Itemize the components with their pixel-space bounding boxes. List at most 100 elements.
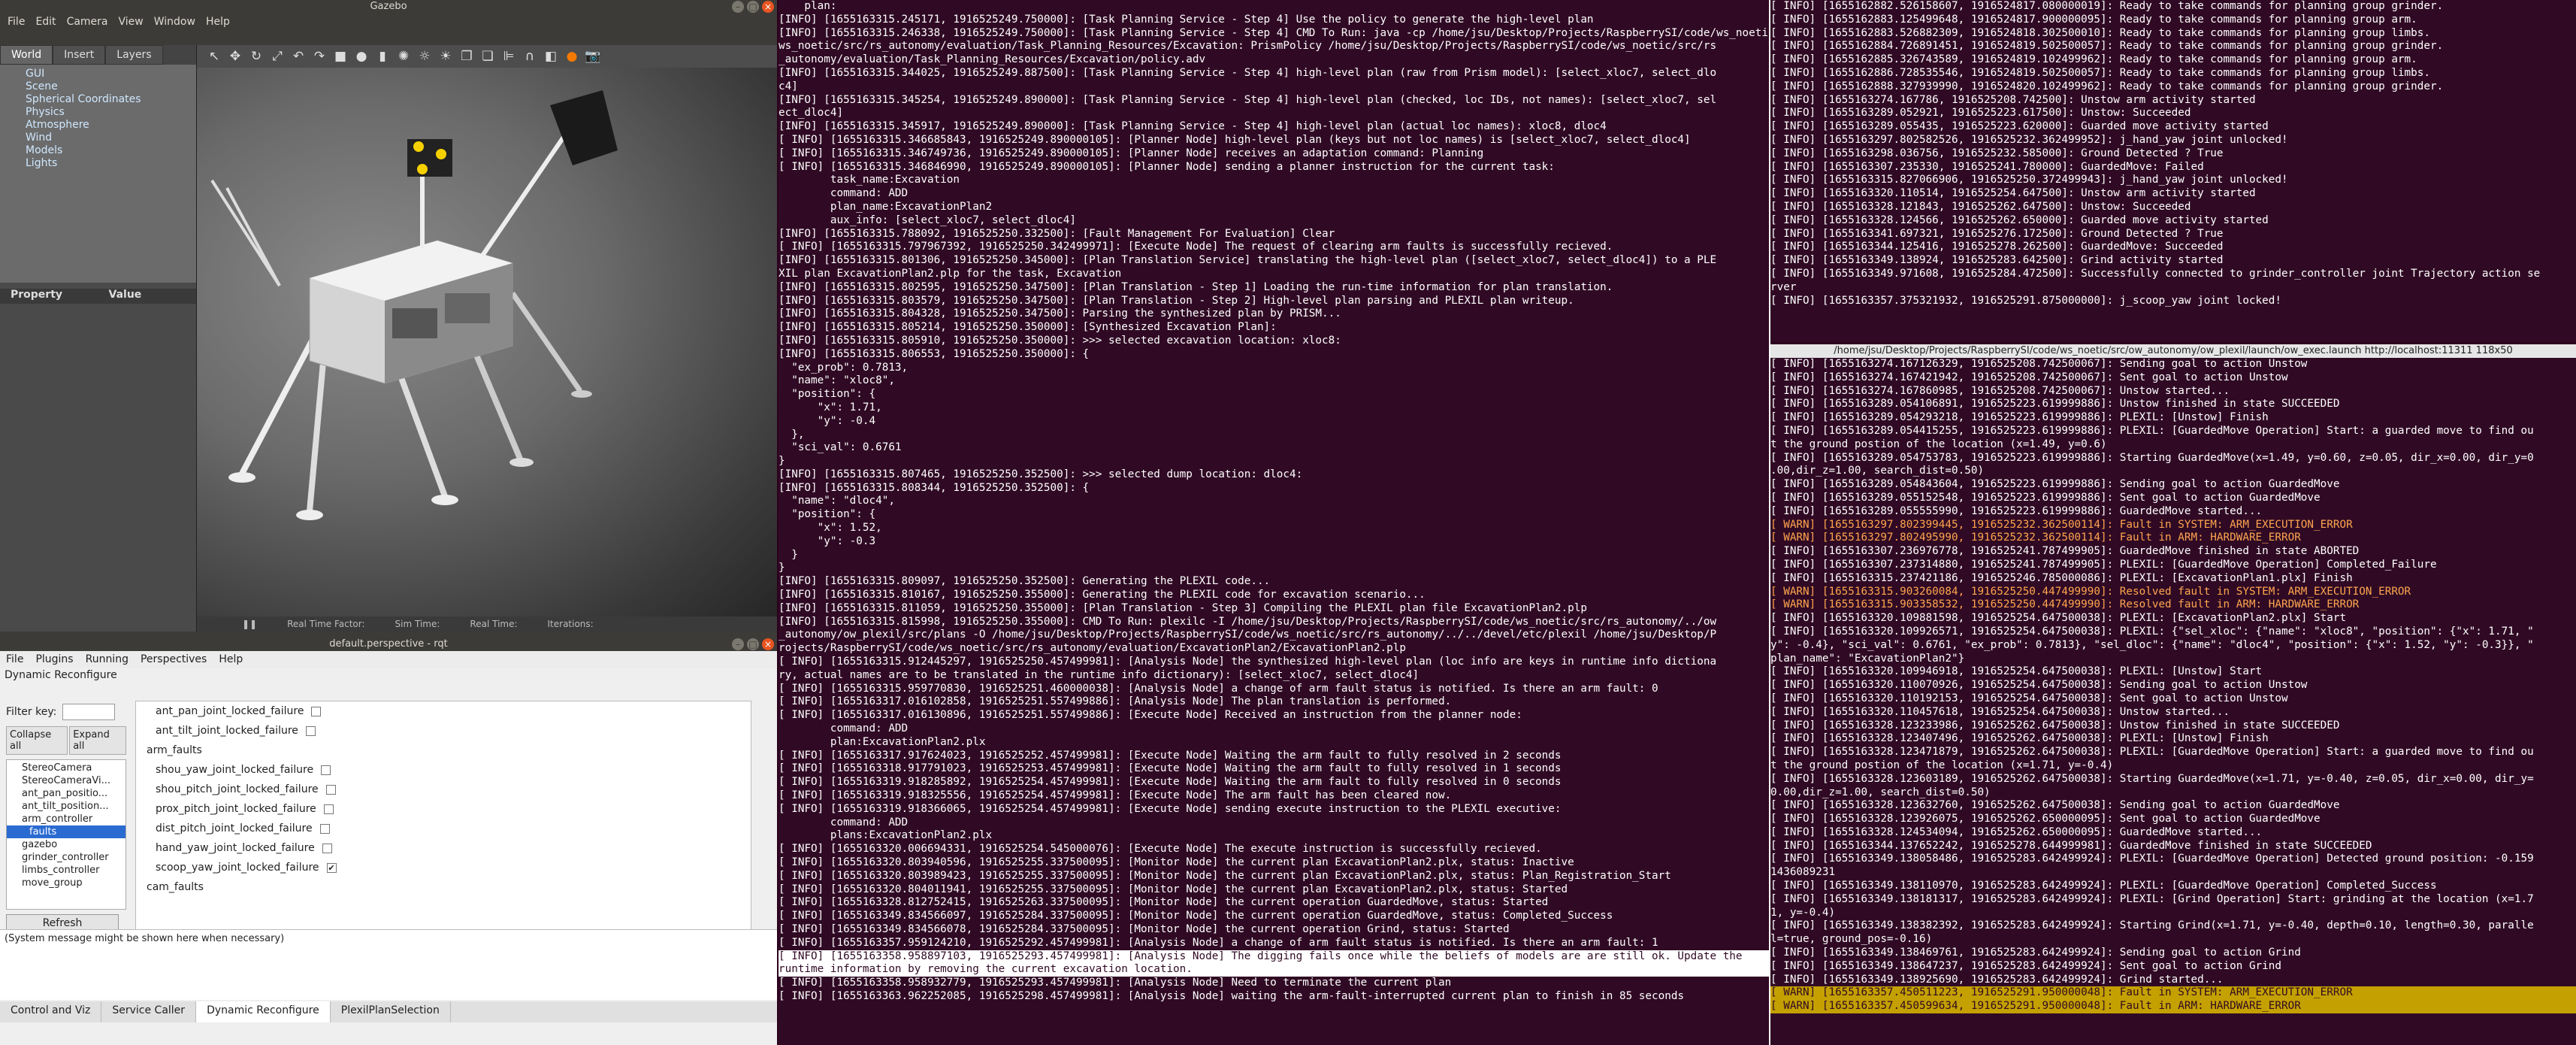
rqt-menu-item[interactable]: Help: [219, 651, 243, 668]
node-tree-item[interactable]: gazebo: [7, 838, 125, 851]
scale-icon[interactable]: ⤢: [269, 48, 286, 65]
world-tree-item[interactable]: Physics: [26, 106, 196, 119]
param-checkbox[interactable]: [325, 784, 336, 795]
directional-light-icon[interactable]: ☀: [437, 48, 454, 65]
world-tree-item[interactable]: Spherical Coordinates: [26, 93, 196, 106]
maximize-icon[interactable]: □: [747, 1, 759, 13]
terminal-line: [ INFO] [1655163320.110457618, 191652525…: [1770, 705, 2230, 718]
box-icon[interactable]: ■: [332, 48, 349, 65]
terminal-line: [ INFO] [1655163319.918325556, 191652525…: [779, 789, 1452, 802]
gazebo-3d-viewport[interactable]: [197, 68, 777, 616]
terminal-line: command: ADD: [779, 722, 909, 735]
terminal-line: [ INFO] [1655163274.167421942, 191652520…: [1770, 371, 2288, 383]
rqt-menu-item[interactable]: Perspectives: [141, 651, 207, 668]
terminal-line: 0.00,dir_z=1.00, search_dist=0.50): [1770, 786, 1991, 798]
node-tree-item[interactable]: move_group: [7, 877, 125, 889]
terminal-line: l=true, ground_pos=-0.16): [1770, 933, 1933, 946]
maximize-icon[interactable]: □: [747, 638, 759, 650]
param-checkbox[interactable]: ✔: [326, 862, 337, 873]
world-tree-item[interactable]: Wind: [26, 132, 196, 144]
gazebo-tab[interactable]: Layers: [105, 45, 163, 65]
terminal-line: t the ground postion of the location (x=…: [1770, 438, 2107, 450]
close-icon[interactable]: ×: [762, 1, 774, 13]
terminal-top-right[interactable]: [ INFO] [1655162882.526158607, 191652481…: [1770, 0, 2576, 342]
terminal-line: plan_name:ExcavationPlan2: [779, 200, 993, 213]
rqt-menu-item[interactable]: File: [6, 651, 23, 668]
cylinder-icon[interactable]: ▮: [374, 48, 391, 65]
terminal-line: [ INFO] [1655162883.526882309, 191652481…: [1770, 26, 2430, 39]
param-label: hand_yaw_joint_locked_failure: [156, 842, 315, 854]
node-tree-item[interactable]: grinder_controller: [7, 851, 125, 864]
paste-icon[interactable]: ❏: [479, 48, 496, 65]
terminal-middle[interactable]: plan: [INFO] [1655163315.245171, 19165252…: [779, 0, 1769, 1045]
minimize-icon[interactable]: –: [732, 1, 744, 13]
param-checkbox[interactable]: [305, 725, 316, 736]
rqt-bottom-tab[interactable]: Control and Viz: [0, 1001, 102, 1022]
gazebo-menu-item[interactable]: Help: [206, 14, 230, 30]
pause-icon[interactable]: ❚❚: [242, 616, 257, 632]
node-tree-item[interactable]: StereoCameraVi...: [7, 774, 125, 787]
world-tree-item[interactable]: Atmosphere: [26, 119, 196, 132]
minimize-icon[interactable]: –: [732, 638, 744, 650]
undo-icon[interactable]: ↶: [290, 48, 307, 65]
world-tree-item[interactable]: Lights: [26, 157, 196, 170]
terminal-line: [INFO] [1655163315.806553, 1916525250.35…: [779, 347, 1090, 360]
terminal-line: [ WARN] [1655163297.802399445, 191652523…: [1770, 518, 2353, 531]
change-view-icon[interactable]: ◧: [543, 48, 559, 65]
select-arrow-icon[interactable]: ↖: [206, 48, 222, 65]
param-checkbox[interactable]: [311, 706, 322, 716]
gazebo-menu-item[interactable]: Edit: [35, 14, 56, 30]
snap-icon[interactable]: ∩: [522, 48, 538, 65]
gazebo-menu-item[interactable]: Camera: [67, 14, 108, 30]
rqt-bottom-tab[interactable]: PlexilPlanSelection: [331, 1001, 451, 1022]
terminal-line: [ INFO] [1655163349.138110970, 191652528…: [1770, 880, 2437, 892]
tree-buttons: Collapse all Expand all: [6, 726, 126, 755]
sphere-icon[interactable]: ●: [353, 48, 370, 65]
collapse-all-button[interactable]: Collapse all: [6, 726, 68, 755]
rqt-bottom-tab[interactable]: Service Caller: [101, 1001, 197, 1022]
gazebo-menu-item[interactable]: File: [8, 14, 25, 30]
node-tree-item[interactable]: limbs_controller: [7, 864, 125, 877]
spot-light-icon[interactable]: ☼: [416, 48, 433, 65]
point-light-icon[interactable]: ✺: [395, 48, 412, 65]
terminal-line: [ INFO] [1655163274.167860985, 191652520…: [1770, 384, 2230, 397]
param-checkbox[interactable]: [322, 843, 332, 853]
gazebo-menu-item[interactable]: Window: [154, 14, 195, 30]
terminal-line: [ INFO] [1655163298.036756, 1916525232.5…: [1770, 147, 2224, 159]
gazebo-tab[interactable]: World: [0, 45, 53, 65]
rqt-menu-item[interactable]: Plugins: [35, 651, 73, 668]
param-checkbox[interactable]: [321, 765, 331, 775]
close-icon[interactable]: ×: [762, 638, 774, 650]
rqt-menu-item[interactable]: Running: [86, 651, 128, 668]
node-tree-item[interactable]: faults: [7, 825, 125, 838]
gazebo-tab[interactable]: Insert: [53, 45, 106, 65]
expand-all-button[interactable]: Expand all: [69, 726, 126, 755]
terminal-line: [ INFO] [1655163289.052921, 1916525223.6…: [1770, 107, 2191, 120]
terminal-line: [INFO] [1655163315.344025, 1916525249.88…: [779, 66, 1717, 79]
gazebo-menu-item[interactable]: View: [119, 14, 144, 30]
world-tree-item[interactable]: Models: [26, 144, 196, 157]
filter-input[interactable]: [62, 704, 116, 720]
terminal-line: [ INFO] [1655163320.803989423, 191652525…: [779, 869, 1671, 882]
terminal-line: [INFO] [1655163315.805910, 1916525250.35…: [779, 334, 1341, 347]
rotate-icon[interactable]: ↻: [248, 48, 265, 65]
rqt-bottom-tabs: Control and Viz Service Caller Dynamic Rec…: [0, 1001, 777, 1022]
copy-icon[interactable]: ❐: [458, 48, 475, 65]
record-icon[interactable]: ●: [564, 48, 580, 65]
world-tree-item[interactable]: Scene: [26, 80, 196, 93]
param-checkbox[interactable]: [319, 823, 330, 834]
terminal-line: [ INFO] [1655163328.812752415, 191652526…: [779, 896, 1549, 909]
terminal-bottom-right[interactable]: [ INFO] [1655163274.167126329, 191652520…: [1770, 358, 2576, 1045]
world-tree-item[interactable]: GUI: [26, 68, 196, 80]
param-checkbox[interactable]: [323, 804, 334, 814]
node-tree-item[interactable]: StereoCamera: [7, 762, 125, 774]
node-tree-item[interactable]: ant_pan_positio...: [7, 787, 125, 800]
terminal-line: "name": "xloc8",: [779, 374, 895, 387]
align-icon[interactable]: ⊫: [500, 48, 517, 65]
translate-icon[interactable]: ✥: [227, 48, 243, 65]
node-tree-item[interactable]: arm_controller: [7, 813, 125, 825]
redo-icon[interactable]: ↷: [311, 48, 328, 65]
node-tree-item[interactable]: ant_tilt_position...: [7, 800, 125, 813]
screenshot-icon[interactable]: 📷: [585, 48, 601, 65]
rqt-bottom-tab[interactable]: Dynamic Reconfigure: [196, 1001, 331, 1022]
